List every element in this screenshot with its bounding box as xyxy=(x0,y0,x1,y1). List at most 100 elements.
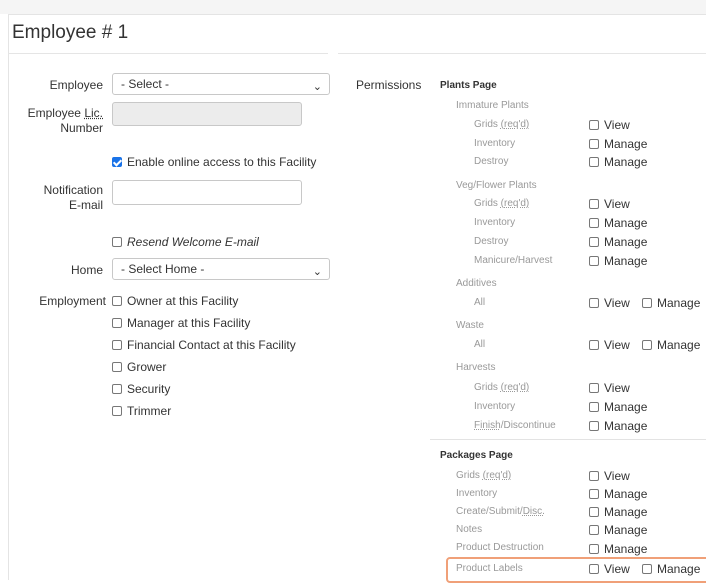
plants-page-heading: Plants Page xyxy=(440,80,497,91)
additives-group: Additives xyxy=(456,278,497,289)
perm-item: Destroy xyxy=(474,236,509,247)
perm-item: Grids (req'd) xyxy=(474,119,530,130)
notification-email-input[interactable] xyxy=(112,180,302,205)
perm-item: All xyxy=(474,297,486,308)
checkbox[interactable] xyxy=(112,406,122,416)
view-checkbox-row[interactable]: View xyxy=(589,381,630,395)
view-checkbox[interactable] xyxy=(589,564,599,574)
manage-checkbox-row[interactable]: Manage xyxy=(589,254,647,268)
manage-checkbox-row[interactable]: Manage xyxy=(589,400,647,414)
employment-option[interactable]: Security xyxy=(112,382,170,396)
employment-option[interactable]: Trimmer xyxy=(112,404,171,418)
manage-label: Manage xyxy=(657,296,701,310)
view-checkbox-row[interactable]: View xyxy=(589,469,630,483)
employment-option[interactable]: Manager at this Facility xyxy=(112,316,250,330)
enable-online-label: Enable online access to this Facility xyxy=(127,155,317,169)
view-label: View xyxy=(604,562,630,576)
view-checkbox[interactable] xyxy=(589,120,599,130)
employment-option[interactable]: Owner at this Facility xyxy=(112,294,238,308)
view-checkbox[interactable] xyxy=(589,340,599,350)
employee-select[interactable]: - Select - ⌄ xyxy=(112,73,330,95)
manage-label: Manage xyxy=(604,400,648,414)
manage-checkbox[interactable] xyxy=(589,139,599,149)
manage-label: Manage xyxy=(604,542,648,556)
view-checkbox[interactable] xyxy=(589,199,599,209)
notif-label-b: E-mail xyxy=(68,198,103,212)
view-checkbox[interactable] xyxy=(589,471,599,481)
perm-item: Inventory xyxy=(474,401,516,412)
employment-option[interactable]: Financial Contact at this Facility xyxy=(112,338,296,352)
resend-checkbox[interactable] xyxy=(112,237,122,247)
perm-item: Inventory xyxy=(456,488,498,499)
manage-checkbox-row[interactable]: Manage xyxy=(589,487,647,501)
view-label: View xyxy=(604,296,630,310)
manage-checkbox[interactable] xyxy=(589,525,599,535)
employment-option[interactable]: Grower xyxy=(112,360,166,374)
perm-item: Grids (req'd) xyxy=(474,198,530,209)
manage-checkbox[interactable] xyxy=(589,507,599,517)
manage-checkbox-row[interactable]: Manage xyxy=(589,216,647,230)
manage-checkbox[interactable] xyxy=(642,564,652,574)
manage-checkbox-row[interactable]: Manage xyxy=(589,235,647,249)
manage-checkbox-row[interactable]: Manage xyxy=(589,419,647,433)
harvests-group: Harvests xyxy=(456,362,496,373)
title-divider xyxy=(8,53,328,54)
perm-item: All xyxy=(474,339,486,350)
view-checkbox-row[interactable]: View xyxy=(589,562,630,576)
view-label: View xyxy=(604,197,630,211)
manage-checkbox[interactable] xyxy=(589,489,599,499)
lic-abbr: Lic. xyxy=(84,106,103,120)
section-divider xyxy=(430,439,706,440)
permissions-label: Permissions xyxy=(356,78,422,92)
checkbox[interactable] xyxy=(112,340,122,350)
manage-checkbox[interactable] xyxy=(589,218,599,228)
view-checkbox[interactable] xyxy=(589,298,599,308)
checkbox[interactable] xyxy=(112,384,122,394)
enable-online-checkbox-row[interactable]: Enable online access to this Facility xyxy=(112,155,316,169)
checkbox[interactable] xyxy=(112,296,122,306)
manage-checkbox-row[interactable]: Manage xyxy=(642,338,700,352)
checkbox[interactable] xyxy=(112,318,122,328)
view-checkbox[interactable] xyxy=(589,383,599,393)
perm-item: Product Destruction xyxy=(456,542,544,553)
manage-checkbox[interactable] xyxy=(589,157,599,167)
top-shade xyxy=(0,0,706,14)
manage-checkbox-row[interactable]: Manage xyxy=(642,562,700,576)
employee-label: Employee xyxy=(49,78,103,92)
manage-label: Manage xyxy=(604,235,648,249)
manage-checkbox[interactable] xyxy=(589,256,599,266)
manage-checkbox-row[interactable]: Manage xyxy=(589,505,647,519)
view-checkbox-row[interactable]: View xyxy=(589,197,630,211)
lic-label-a: Employee xyxy=(27,106,85,120)
manage-label: Manage xyxy=(604,254,648,268)
view-label: View xyxy=(604,338,630,352)
view-checkbox-row[interactable]: View xyxy=(589,296,630,310)
manage-checkbox[interactable] xyxy=(642,340,652,350)
view-checkbox-row[interactable]: View xyxy=(589,338,630,352)
manage-checkbox-row[interactable]: Manage xyxy=(589,542,647,556)
employee-select-value: - Select - xyxy=(121,77,170,91)
resend-checkbox-row[interactable]: Resend Welcome E-mail xyxy=(112,235,259,249)
manage-checkbox-row[interactable]: Manage xyxy=(589,137,647,151)
manage-checkbox[interactable] xyxy=(642,298,652,308)
home-select[interactable]: - Select Home - ⌄ xyxy=(112,258,330,280)
manage-checkbox-row[interactable]: Manage xyxy=(589,155,647,169)
manage-checkbox[interactable] xyxy=(589,402,599,412)
manage-label: Manage xyxy=(604,487,648,501)
notif-label-a: Notification xyxy=(43,183,103,197)
checkbox[interactable] xyxy=(112,362,122,372)
manage-checkbox[interactable] xyxy=(589,237,599,247)
enable-online-checkbox[interactable] xyxy=(112,157,122,167)
employment-option-label: Owner at this Facility xyxy=(127,294,239,308)
manage-checkbox[interactable] xyxy=(589,544,599,554)
chevron-down-icon: ⌄ xyxy=(312,81,322,93)
view-checkbox-row[interactable]: View xyxy=(589,118,630,132)
manage-label: Manage xyxy=(604,523,648,537)
manage-checkbox[interactable] xyxy=(589,421,599,431)
manage-label: Manage xyxy=(657,338,701,352)
employment-option-label: Grower xyxy=(127,360,167,374)
resend-label: Resend Welcome E-mail xyxy=(127,235,259,249)
manage-checkbox-row[interactable]: Manage xyxy=(642,296,700,310)
veg-flower-group: Veg/Flower Plants xyxy=(456,180,537,191)
manage-checkbox-row[interactable]: Manage xyxy=(589,523,647,537)
